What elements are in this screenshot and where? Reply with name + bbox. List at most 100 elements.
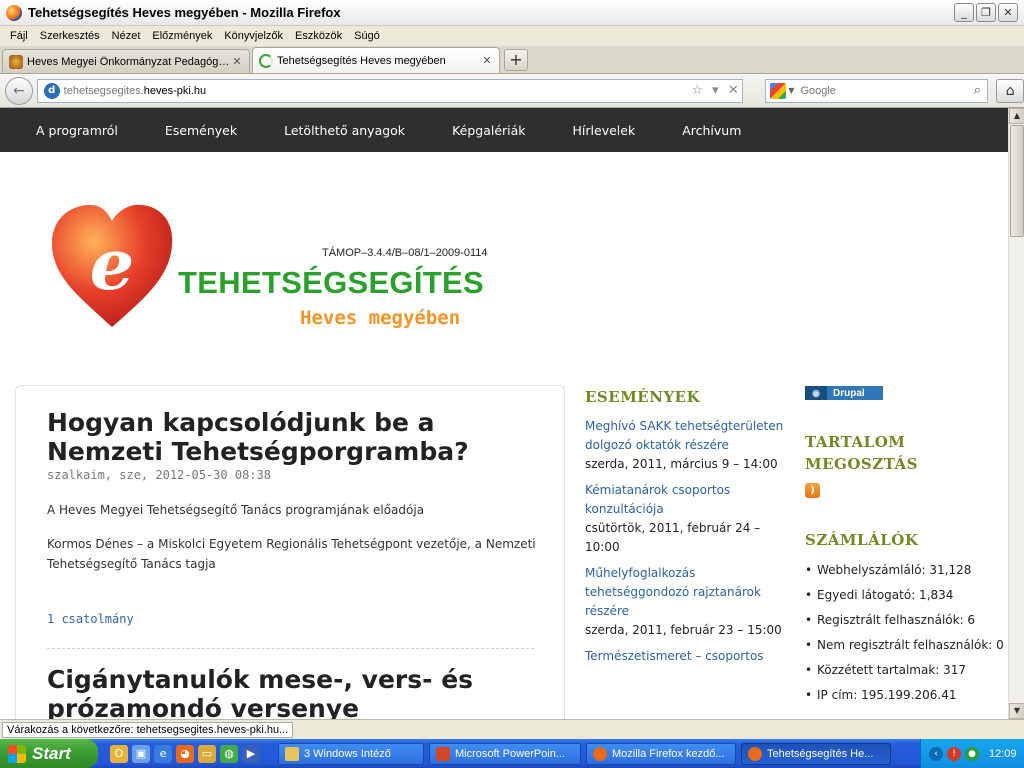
event-link[interactable]: Műhelyfoglalkozás tehetséggondozó rajzta… [585,564,785,621]
messenger-icon[interactable]: ◍ [220,744,238,763]
site-logo[interactable]: e TÁMOP–3.4.4/B–08/1–2009-0114 TEHETSÉGS… [40,197,512,337]
firefox-icon[interactable]: ◕ [176,744,194,763]
event-date: szerda, 2011, február 23 – 15:00 [585,623,782,637]
drupal-badge[interactable]: ◉ Drupal [805,386,883,400]
search-input[interactable] [800,84,968,97]
menu-bookmarks[interactable]: Könyvjelzők [218,30,289,42]
event-link[interactable]: Kémiatanárok csoportos konzultációja [585,481,785,519]
powerpoint-icon [436,746,450,761]
home-button[interactable]: ⌂ [996,78,1024,103]
scroll-down-arrow-icon[interactable]: ▼ [1009,703,1024,719]
heves-favicon-icon [9,54,23,69]
windows-taskbar: Start O ▣ e ◕ ▭ ◍ ▶ 3 Windows Intéző Mic… [0,739,1024,768]
close-window-button[interactable]: ✕ [998,3,1018,22]
status-text: Várakozás a következőre: tehetsegsegites… [2,722,294,738]
media-player-icon[interactable]: ▶ [242,744,260,763]
search-magnifier-icon[interactable]: ⌕ [967,83,987,98]
menu-view[interactable]: Nézet [106,30,147,42]
loading-spinner-icon [259,53,273,68]
url-history-dropdown-icon[interactable]: ▾ [706,83,724,98]
counters-heading: SZÁMLÁLÓK [805,531,919,549]
project-code: TÁMOP–3.4.4/B–08/1–2009-0114 [322,247,488,259]
article-paragraph: Kormos Dénes – a Miskolci Egyetem Region… [47,537,536,571]
desktop-icon[interactable]: ▣ [132,744,150,763]
scroll-up-arrow-icon[interactable]: ▲ [1009,108,1024,124]
firefox-task-icon [748,746,762,761]
counter-item: Egyedi látogató: 1,834 [805,585,1005,605]
article-meta: szalkaim, sze, 2012-05-30 08:38 [47,468,271,482]
window-title: Tehetségsegítés Heves megyében - Mozilla… [28,5,341,20]
event-link[interactable]: Természetismeret – csoportos [585,647,785,666]
article-1: Hogyan kapcsolódjunk be a Nemzeti Tehets… [47,408,537,626]
url-text[interactable]: tehetsegsegites.heves-pki.hu [64,85,689,97]
google-engine-icon[interactable] [770,82,787,99]
status-bar: Várakozás a következőre: tehetsegsegites… [0,719,1024,739]
tray-collapse-icon[interactable]: ‹ [929,746,943,761]
event-date: szerda, 2011, március 9 – 14:00 [585,457,778,471]
bookmark-star-icon[interactable]: ☆ [688,83,706,98]
drupal-drop-icon: ◉ [805,386,827,400]
drupal-badge-label: Drupal [833,387,865,399]
restore-button[interactable]: ❐ [976,3,996,22]
nav-letoltheto-anyagok[interactable]: Letölthető anyagok [284,123,405,138]
menu-help[interactable]: Súgó [348,30,386,42]
events-heading: ESEMÉNYEK [585,388,701,406]
article-title[interactable]: Hogyan kapcsolódjunk be a Nemzeti Tehets… [47,408,537,466]
nav-kepgaleriak[interactable]: Képgalériák [452,123,525,138]
menu-file[interactable]: Fájl [4,30,34,42]
minimize-button[interactable]: _ [954,3,974,22]
article-2: Cigánytanulók mese-, vers- és prózamondó… [47,665,537,719]
nav-a-programrol[interactable]: A programról [36,123,118,138]
menu-history[interactable]: Előzmények [146,30,218,42]
tab-heves-onkormanyzat[interactable]: Heves Megyei Önkormányzat Pedagógiai ...… [2,49,250,73]
folder-icon[interactable]: ▭ [198,744,216,763]
outlook-icon[interactable]: O [110,744,128,763]
task-powerpoint[interactable]: Microsoft PowerPoin... [429,742,581,765]
ie-icon[interactable]: e [154,744,172,763]
rss-feed-icon[interactable]: ) [805,483,820,498]
firefox-task-icon [593,746,607,761]
counter-item: Nem regisztrált felhasználók: 0 [805,635,1005,655]
menu-edit[interactable]: Szerkesztés [34,30,106,42]
article-title[interactable]: Cigánytanulók mese-, vers- és prózamondó… [47,665,537,719]
event-link[interactable]: Meghívó SAKK tehetségterületen dolgozó o… [585,417,785,455]
tab-bar: Heves Megyei Önkormányzat Pedagógiai ...… [0,46,1024,74]
tray-network-icon[interactable]: ● [965,746,979,761]
window-titlebar: Tehetségsegítés Heves megyében - Mozilla… [0,0,1024,26]
url-bar[interactable]: d tehetsegsegites.heves-pki.hu ☆ ▾ ✕ [36,78,744,103]
events-block: ESEMÉNYEK Meghívó SAKK tehetségterületen… [585,386,785,666]
scroll-thumb[interactable] [1010,125,1024,237]
counter-item: Webhelyszámláló: 31,128 [805,560,1005,580]
system-tray: ‹ ! ● 12:09 [920,739,1024,768]
vertical-scrollbar[interactable]: ▲ ▼ [1008,108,1024,719]
svg-text:e: e [90,223,135,306]
quick-launch: O ▣ e ◕ ▭ ◍ ▶ [110,744,264,763]
attachment-link[interactable]: 1 csatolmány [47,612,537,626]
main-content: Hogyan kapcsolódjunk be a Nemzeti Tehets… [15,385,565,719]
task-tehetsegsegites[interactable]: Tehetségsegítés He... [741,742,891,765]
logo-subtitle: Heves megyében [300,307,461,329]
nav-hirlevelek[interactable]: Hírlevelek [573,123,636,138]
menu-tools[interactable]: Eszközök [289,30,348,42]
article-divider [47,648,534,649]
engine-dropdown-icon[interactable]: ▼ [788,86,794,95]
start-button[interactable]: Start [0,739,98,768]
task-firefox-home[interactable]: Mozilla Firefox kezdő... [586,742,736,765]
article-paragraph: A Heves Megyei Tehetségsegítő Tanács pro… [47,503,425,517]
tab-close-icon[interactable]: ✕ [481,54,493,67]
site-navigation: A programról Események Letölthető anyago… [0,108,1008,152]
tab-label: Heves Megyei Önkormányzat Pedagógiai ... [27,55,231,68]
tab-tehetsegsegites[interactable]: Tehetségsegítés Heves megyében ✕ [252,47,500,73]
back-button[interactable]: ← [5,76,33,105]
nav-esemenyek[interactable]: Események [165,123,237,138]
search-bar[interactable]: ▼ ⌕ [765,78,989,103]
stop-loading-icon[interactable]: ✕ [724,83,742,98]
counter-item: Közzétett tartalmak: 317 [805,660,1005,680]
tab-close-icon[interactable]: ✕ [231,55,243,68]
drupal-site-icon: d [43,82,60,99]
task-windows-explorer[interactable]: 3 Windows Intéző [278,742,424,765]
tray-security-icon[interactable]: ! [947,746,961,761]
share-block: TARTALOM MEGOSZTÁS [805,431,1005,475]
new-tab-button[interactable]: + [504,49,528,71]
nav-archivum[interactable]: Archívum [682,123,741,138]
